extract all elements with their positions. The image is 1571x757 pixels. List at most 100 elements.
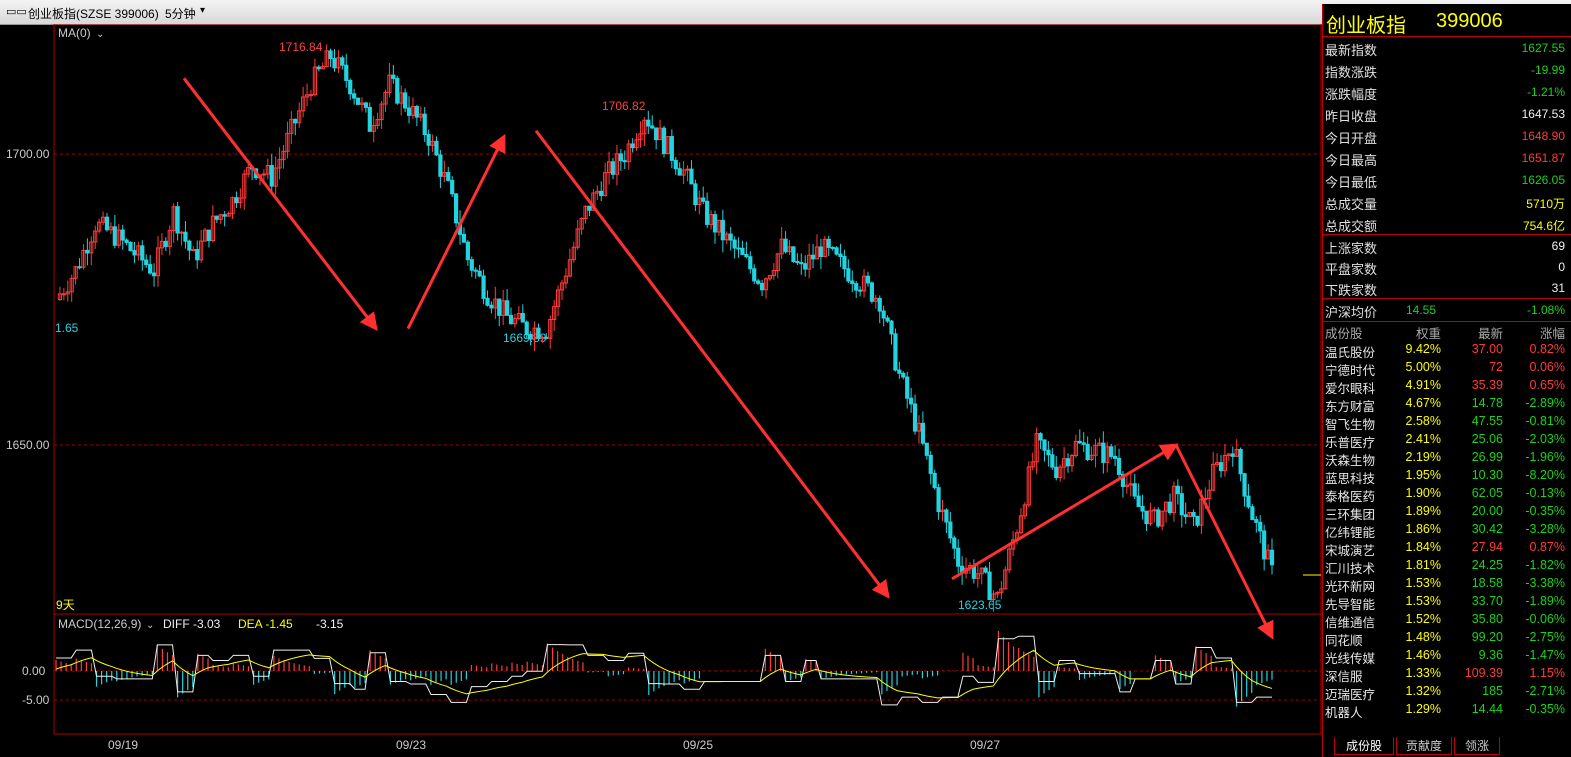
constituent-row[interactable]: 亿纬锂能 1.86% 30.42 -3.28% [1322,521,1571,540]
tab-constituents[interactable]: 成份股 [1334,737,1394,755]
trend-arrow [182,77,378,331]
candle-body [422,113,427,136]
candle-body [328,50,333,60]
panel-tabs: 成份股 贡献度 领涨 [1322,735,1571,757]
constituent-row[interactable]: 乐普医疗 2.41% 25.06 -2.03% [1322,431,1571,450]
chevron-down-icon[interactable]: ⌄ [96,29,104,40]
constituent-row[interactable]: 沃森生物 2.19% 26.99 -1.96% [1322,449,1571,468]
stock-price: 26.99 [1471,450,1503,464]
candle-body [481,275,486,299]
header-price[interactable]: 最新 [1478,323,1503,342]
header-weight[interactable]: 权重 [1416,323,1441,342]
candle-body [1156,509,1161,527]
candle-body [344,64,349,81]
candle-body [693,183,698,206]
field-label: 今日最高 [1325,153,1378,168]
constituent-row[interactable]: 爱尔眼科 4.91% 35.39 0.65% [1322,377,1571,396]
stock-price: 35.80 [1471,612,1503,626]
breadth-label: 上涨家数 [1325,241,1378,256]
candle-body [1269,549,1275,566]
constituent-row[interactable]: 东方财富 4.67% 14.78 -2.89% [1322,395,1571,414]
constituent-row[interactable]: 机器人 1.29% 14.44 -0.35% [1322,701,1571,720]
stock-change: -0.81% [1525,414,1565,428]
chevron-down-icon[interactable]: ▾ [200,5,205,16]
candle-body [124,239,129,243]
constituent-row[interactable]: 先导智能 1.53% 33.70 -1.89% [1322,593,1571,612]
field-value: 754.6亿 [1522,219,1565,233]
constituent-row[interactable]: 宋城演艺 1.84% 27.94 0.87% [1322,539,1571,558]
candle-body [446,172,451,181]
candle-body [406,107,412,116]
candle-body [120,229,125,241]
stock-change: -2.71% [1525,684,1565,698]
candle-body [677,168,682,176]
candle-body [858,289,863,292]
candle-body [885,317,890,322]
constituent-row[interactable]: 深信服 1.33% 109.39 1.15% [1322,665,1571,684]
macd-tick-label: 0.00 [22,664,46,678]
candle-body [77,266,82,269]
chevron-down-icon[interactable]: ⌄ [146,620,154,631]
quote-code: 399006 [1436,10,1503,32]
constituent-row[interactable]: 宁德时代 5.00% 72 0.06% [1322,359,1571,378]
field-label: 指数涨跌 [1325,65,1378,80]
ma-indicator-label[interactable]: MA(0) [58,26,91,40]
stock-price: 20.00 [1471,504,1503,518]
candle-body [1262,530,1267,560]
x-tick-label: 09/25 [683,738,713,752]
constituent-row[interactable]: 光环新网 1.53% 18.58 -3.38% [1322,575,1571,594]
field-label: 总成交量 [1325,197,1378,212]
header-change[interactable]: 涨幅 [1540,323,1565,342]
breadth-row: 下跌家数 31 [1322,277,1571,299]
candle-body [179,231,184,234]
constituent-row[interactable]: 智飞生物 2.58% 47.55 -0.81% [1322,413,1571,432]
constituent-row[interactable]: 汇川技术 1.81% 24.25 -1.82% [1322,557,1571,576]
tab-leaders[interactable]: 领涨 [1454,737,1500,755]
candle-body [905,376,910,399]
candle-body [234,197,239,204]
macd-layer [55,630,1273,707]
candle-body [630,143,635,149]
candle-body [222,214,227,217]
constituent-row[interactable]: 温氏股份 9.42% 37.00 0.82% [1322,341,1571,360]
stock-price: 185 [1482,684,1503,698]
candle-body [367,106,372,132]
candle-body [61,293,66,296]
constituent-row[interactable]: 信维通信 1.52% 35.80 -0.06% [1322,611,1571,630]
candle-body [508,314,514,325]
constituent-row[interactable]: 光线传媒 1.46% 9.36 -1.47% [1322,647,1571,666]
constituent-row[interactable]: 迈瑞医疗 1.32% 185 -2.71% [1322,683,1571,702]
quote-field-row: 涨跌幅度 -1.21% [1322,81,1571,103]
period-selector[interactable]: 5分钟 [165,5,196,22]
constituent-row[interactable]: 三环集团 1.89% 20.00 -0.35% [1322,503,1571,522]
quote-field-row: 今日最高 1651.87 [1322,147,1571,169]
candle-body [783,238,788,253]
candle-body [112,226,117,246]
constituent-row[interactable]: 泰格医药 1.90% 62.05 -0.13% [1322,485,1571,504]
macd-indicator-label[interactable]: MACD(12,26,9) [58,617,141,631]
stock-price: 72 [1489,360,1503,374]
candle-body [689,168,694,185]
macd-panel-frame [53,613,1322,735]
candle-body [944,509,949,523]
tab-contribution[interactable]: 贡献度 [1396,737,1452,755]
stock-price: 30.42 [1471,522,1503,536]
header-name[interactable]: 成份股 [1325,323,1363,342]
stock-change: -0.35% [1525,702,1565,716]
candle-body [469,259,474,271]
field-value: -1.21% [1526,85,1565,99]
candle-body [1191,512,1196,517]
diff-value: DIFF -3.03 [163,617,221,631]
kline-chart[interactable]: 1700.00 1650.00 0.00 -5.00 09/19 09/23 0… [0,24,1322,757]
constituent-row[interactable]: 蓝思科技 1.95% 10.30 -8.20% [1322,467,1571,486]
candle-body [140,245,145,261]
breadth-row: 平盘家数 0 [1322,256,1571,278]
candle-body [673,159,678,170]
field-value: 5710万 [1526,197,1565,211]
candle-body [544,336,549,339]
constituent-row[interactable]: 同花顺 1.48% 99.20 -2.75% [1322,629,1571,648]
candle-body [195,249,200,261]
stock-price: 9.36 [1478,648,1503,662]
candle-body [1065,458,1071,467]
stock-weight: 1.53% [1405,576,1441,590]
